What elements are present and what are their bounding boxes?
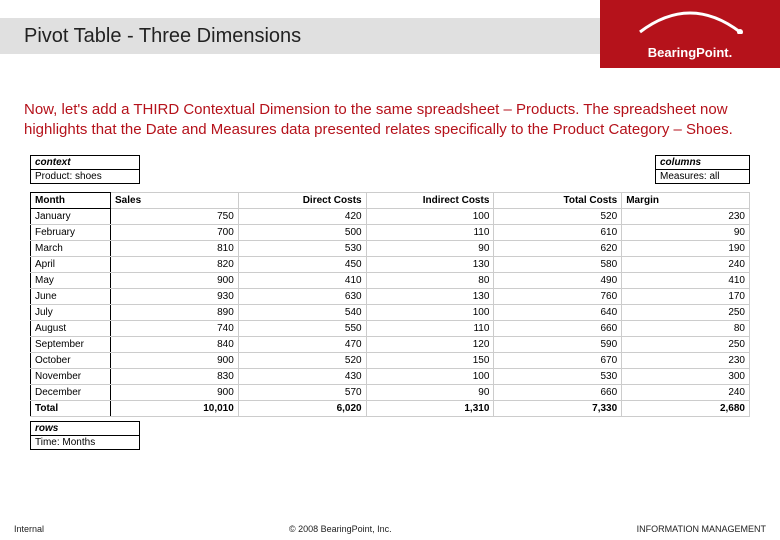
- table-row: March81053090620190: [31, 240, 750, 256]
- col-sales: Sales: [111, 192, 239, 208]
- table-row: October900520150670230: [31, 352, 750, 368]
- slide-footer: Internal © 2008 BearingPoint, Inc. INFOR…: [0, 524, 780, 534]
- pivot-table: Month Sales Direct Costs Indirect Costs …: [30, 192, 750, 417]
- col-month: Month: [31, 192, 111, 208]
- col-margin: Margin: [622, 192, 750, 208]
- rows-meta-value: Time: Months: [30, 435, 140, 450]
- footer-right: INFORMATION MANAGEMENT: [637, 524, 766, 534]
- table-total-row: Total10,0106,0201,3107,3302,680: [31, 400, 750, 416]
- context-label: context: [30, 155, 140, 169]
- table-row: April820450130580240: [31, 256, 750, 272]
- col-direct: Direct Costs: [238, 192, 366, 208]
- table-row: June930630130760170: [31, 288, 750, 304]
- slide-description: Now, let's add a THIRD Contextual Dimens…: [0, 70, 780, 155]
- logo-arc-icon: [635, 8, 745, 34]
- table-row: November830430100530300: [31, 368, 750, 384]
- rows-meta-label: rows: [30, 421, 140, 435]
- columns-meta-value: Measures: all: [655, 169, 750, 184]
- table-row: February70050011061090: [31, 224, 750, 240]
- table-row: August74055011066080: [31, 320, 750, 336]
- pivot-sheet: context Product: shoes columns Measures:…: [0, 155, 780, 450]
- footer-center: © 2008 BearingPoint, Inc.: [289, 524, 392, 534]
- col-indirect: Indirect Costs: [366, 192, 494, 208]
- table-row: September840470120590250: [31, 336, 750, 352]
- table-row: January750420100520230: [31, 208, 750, 224]
- col-total: Total Costs: [494, 192, 622, 208]
- footer-left: Internal: [14, 524, 44, 534]
- table-row: July890540100640250: [31, 304, 750, 320]
- slide-title: Pivot Table - Three Dimensions: [0, 18, 600, 54]
- table-header-row: Month Sales Direct Costs Indirect Costs …: [31, 192, 750, 208]
- brand-logo: BearingPoint.: [600, 0, 780, 68]
- table-row: December90057090660240: [31, 384, 750, 400]
- table-row: May90041080490410: [31, 272, 750, 288]
- context-value: Product: shoes: [30, 169, 140, 184]
- brand-text: BearingPoint.: [648, 45, 733, 60]
- columns-meta-label: columns: [655, 155, 750, 169]
